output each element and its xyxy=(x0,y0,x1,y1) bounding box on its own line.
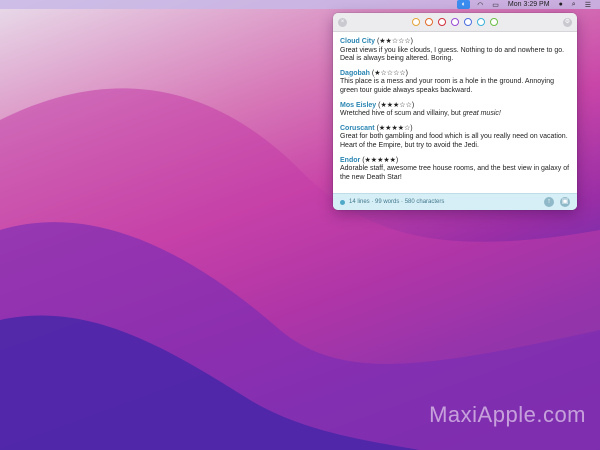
entry-rating: (★★★★★) xyxy=(362,156,399,164)
settings-icon[interactable]: ⚙ xyxy=(563,17,572,27)
menu-bar: ◐ ◠ ▭ Mon 3:29 PM ● ⌕ ☰ xyxy=(0,0,600,9)
control-center-icon[interactable]: ☰ xyxy=(585,0,591,9)
entry-title: Endor xyxy=(340,156,361,164)
note-entry: Cloud City (★★☆☆☆) Great views if you li… xyxy=(340,38,570,64)
app-icon[interactable]: ◐ xyxy=(457,0,471,9)
entry-rating: (★★★★☆) xyxy=(376,124,413,132)
entry-text: Adorable staff, awesome tree house rooms… xyxy=(340,165,570,181)
entry-rating: (★☆☆☆☆) xyxy=(371,69,408,77)
text-stats: 14 lines · 99 words · 580 characters xyxy=(349,199,445,205)
lock-icon[interactable]: ▣ xyxy=(560,197,570,207)
entry-title: Mos Eisley xyxy=(340,101,377,109)
search-icon[interactable]: ⌕ xyxy=(572,0,576,9)
watermark-text: MaxiApple.com xyxy=(429,402,586,427)
popover-toolbar: × ⚙ xyxy=(333,13,577,32)
note-entry: Endor (★★★★★) Adorable staff, awesome tr… xyxy=(340,157,570,183)
status-dot-icon xyxy=(340,199,345,205)
swatch-orange[interactable] xyxy=(412,18,420,26)
entry-text: Wretched hive of scum and villainy, but xyxy=(340,110,463,118)
close-icon[interactable]: × xyxy=(338,17,347,27)
battery-icon[interactable]: ▭ xyxy=(492,0,499,9)
upload-icon[interactable]: ↑ xyxy=(544,197,554,207)
swatch-blue[interactable] xyxy=(464,18,472,26)
note-entry: Mos Eisley (★★★☆☆) Wretched hive of scum… xyxy=(340,102,570,119)
swatch-green[interactable] xyxy=(490,18,498,26)
entry-title: Dagobah xyxy=(340,69,370,77)
swatch-cyan[interactable] xyxy=(477,18,485,26)
entry-text: Great for both gambling and food which i… xyxy=(340,133,568,149)
popover-footer: 14 lines · 99 words · 580 characters ↑ ▣ xyxy=(333,193,577,210)
entry-text: Great views if you like clouds, I guess.… xyxy=(340,46,565,63)
swatch-red[interactable] xyxy=(438,18,446,26)
swatch-red-orange[interactable] xyxy=(425,18,433,26)
note-entry: Dagobah (★☆☆☆☆) This place is a mess and… xyxy=(340,70,570,96)
note-entry: Coruscant (★★★★☆) Great for both gamblin… xyxy=(340,125,570,151)
swatch-purple[interactable] xyxy=(451,18,459,26)
color-swatches xyxy=(412,18,498,26)
entry-title: Cloud City xyxy=(340,38,375,45)
footer-actions: ↑ ▣ xyxy=(544,197,570,207)
user-icon[interactable]: ● xyxy=(559,0,563,9)
entry-text-wrap: Wretched hive of scum and villainy, but … xyxy=(340,110,570,119)
stats-area: 14 lines · 99 words · 580 characters xyxy=(340,199,444,205)
notes-popover: × ⚙ Cloud City (★★☆☆☆) Great views if yo… xyxy=(333,13,577,210)
entry-title: Coruscant xyxy=(340,124,375,132)
entry-rating: (★★☆☆☆) xyxy=(376,38,413,45)
entry-text-emphasis: great music! xyxy=(462,110,501,118)
entry-rating: (★★★☆☆) xyxy=(378,101,415,109)
menubar-clock[interactable]: Mon 3:29 PM xyxy=(508,0,550,9)
wifi-icon[interactable]: ◠ xyxy=(477,0,483,9)
entry-text: This place is a mess and your room is a … xyxy=(340,78,555,94)
note-text-area[interactable]: Cloud City (★★☆☆☆) Great views if you li… xyxy=(333,32,577,188)
